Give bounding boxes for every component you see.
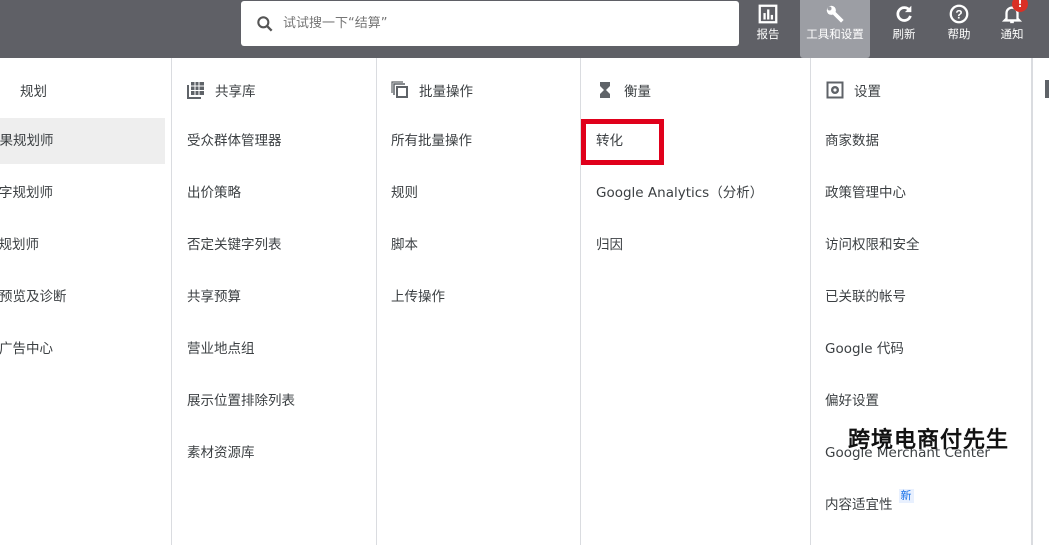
- menu-item-location-groups[interactable]: 营业地点组: [187, 326, 255, 372]
- planning-column: 规划 效果规划师 关键字规划师 覆盖面规划师 广告预览及诊断 应用广告中心: [0, 58, 172, 545]
- clipped-column-icon: [1045, 80, 1049, 98]
- shared-library-header: 共享库: [187, 78, 256, 102]
- hourglass-icon: [596, 81, 614, 99]
- help-icon: ?: [949, 4, 969, 24]
- menu-item-all-bulk-actions[interactable]: 所有批量操作: [391, 118, 472, 164]
- notifications-label: 通知: [1000, 27, 1024, 41]
- menu-item-uploads[interactable]: 上传操作: [391, 274, 445, 320]
- menu-item-bid-strategies[interactable]: 出价策略: [187, 170, 241, 216]
- menu-item-audience-manager[interactable]: 受众群体管理器: [187, 118, 282, 164]
- settings-title: 设置: [854, 84, 881, 100]
- settings-header: 设置: [826, 78, 881, 102]
- shared-library-title: 共享库: [215, 84, 256, 100]
- shared-library-column: 共享库 受众群体管理器 出价策略 否定关键字列表 共享预算 营业地点组 展示位置…: [172, 58, 377, 545]
- menu-item-google-analytics[interactable]: Google Analytics（分析）: [596, 170, 763, 216]
- measurement-header: 衡量: [596, 78, 651, 102]
- planning-icon: [0, 81, 10, 99]
- refresh-icon: [896, 5, 912, 22]
- menu-item-policy-manager[interactable]: 政策管理中心: [825, 170, 906, 216]
- tools-settings-label: 工具和设置: [806, 27, 864, 41]
- wrench-icon: [826, 5, 844, 23]
- planning-title: 规划: [20, 84, 47, 100]
- menu-item-keyword-planner[interactable]: 关键字规划师: [0, 170, 53, 216]
- menu-item-attribution[interactable]: 归因: [596, 222, 623, 268]
- menu-item-linked-accounts[interactable]: 已关联的帐号: [825, 274, 906, 320]
- top-bar: 报告 工具和设置 刷新 ? 帮助 通知 !: [0, 0, 1049, 58]
- menu-item-content-suitability[interactable]: 内容适宜性新: [825, 482, 914, 528]
- menu-item-negative-keyword-lists[interactable]: 否定关键字列表: [187, 222, 282, 268]
- notifications-button[interactable]: 通知 !: [984, 0, 1040, 58]
- bulk-actions-title: 批量操作: [419, 84, 473, 100]
- help-label: 帮助: [947, 27, 971, 41]
- conversions-highlight-box: [581, 119, 664, 165]
- refresh-button[interactable]: 刷新: [876, 0, 932, 58]
- watermark: 跨境电商付先生: [848, 428, 1010, 453]
- menu-item-rules[interactable]: 规则: [391, 170, 418, 216]
- menu-item-ad-preview[interactable]: 广告预览及诊断: [0, 274, 67, 320]
- help-button[interactable]: ? 帮助: [931, 0, 987, 58]
- notification-badge: !: [1012, 0, 1028, 12]
- menu-item-placement-exclusions[interactable]: 展示位置排除列表: [187, 378, 295, 424]
- menu-item-reach-planner[interactable]: 覆盖面规划师: [0, 222, 39, 268]
- clipped-column: [1032, 58, 1049, 545]
- content-suitability-label: 内容适宜性: [825, 497, 893, 513]
- menu-item-performance-planner[interactable]: 效果规划师: [0, 118, 165, 164]
- menu-item-preferences[interactable]: 偏好设置: [825, 378, 879, 424]
- search-icon: [257, 15, 273, 31]
- bulk-actions-header: 批量操作: [391, 78, 473, 102]
- reports-label: 报告: [756, 27, 780, 41]
- search-box[interactable]: [241, 1, 739, 46]
- measurement-title: 衡量: [624, 84, 651, 100]
- menu-item-access-security[interactable]: 访问权限和安全: [825, 222, 920, 268]
- new-badge: 新: [898, 489, 914, 503]
- tools-settings-button[interactable]: 工具和设置: [800, 0, 870, 58]
- menu-item-business-data[interactable]: 商家数据: [825, 118, 879, 164]
- svg-text:?: ?: [955, 8, 962, 22]
- settings-gear-icon: [826, 81, 844, 99]
- menu-item-asset-library[interactable]: 素材资源库: [187, 430, 255, 476]
- menu-item-scripts[interactable]: 脚本: [391, 222, 418, 268]
- planning-header: 规划: [0, 78, 47, 102]
- settings-column: 设置 商家数据 政策管理中心 访问权限和安全 已关联的帐号 Google 代码 …: [811, 58, 1032, 545]
- grid-library-icon: [187, 81, 205, 99]
- search-input[interactable]: [283, 16, 703, 31]
- reports-button[interactable]: 报告: [740, 0, 796, 58]
- bar-chart-icon: [758, 4, 778, 24]
- bulk-actions-column: 批量操作 所有批量操作 规则 脚本 上传操作: [377, 58, 581, 545]
- refresh-label: 刷新: [892, 27, 916, 41]
- menu-item-google-tag[interactable]: Google 代码: [825, 326, 904, 372]
- menu-item-shared-budgets[interactable]: 共享预算: [187, 274, 241, 320]
- bulk-copy-icon: [391, 81, 409, 99]
- menu-item-app-advertising-hub[interactable]: 应用广告中心: [0, 326, 53, 372]
